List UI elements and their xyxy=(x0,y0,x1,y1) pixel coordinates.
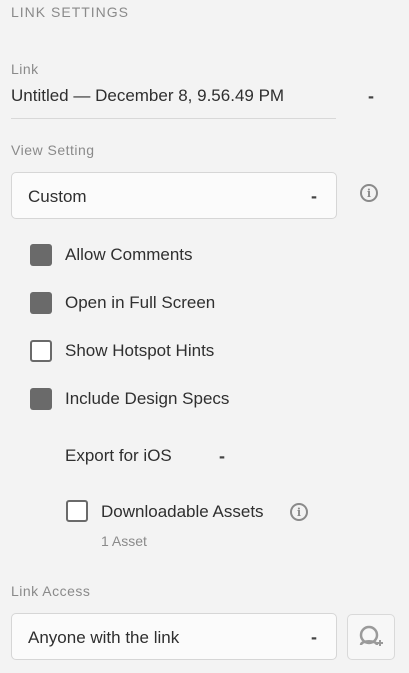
downloadable-assets-label: Downloadable Assets xyxy=(101,502,264,521)
hotspot-hints-label: Show Hotspot Hints xyxy=(65,341,215,360)
link-label: Link xyxy=(11,61,39,77)
link-access-label: Link Access xyxy=(11,583,91,599)
view-setting-chevron-icon: - xyxy=(311,186,317,206)
downloadable-assets-checkbox[interactable] xyxy=(66,500,88,522)
full-screen-checkbox[interactable] xyxy=(30,292,52,314)
view-setting-select[interactable]: Custom - xyxy=(11,172,337,219)
link-access-value: Anyone with the link xyxy=(28,628,180,647)
link-access-select[interactable]: Anyone with the link - xyxy=(11,613,337,660)
export-platform-select[interactable]: Export for iOS xyxy=(65,446,172,466)
link-access-chevron-icon: - xyxy=(311,627,317,647)
link-underline xyxy=(11,118,336,119)
link-name-field[interactable]: Untitled — December 8, 9.56.49 PM xyxy=(11,86,284,106)
hotspot-hints-checkbox[interactable] xyxy=(30,340,52,362)
view-setting-info-icon[interactable]: i xyxy=(360,184,378,202)
design-specs-label: Include Design Specs xyxy=(65,389,230,408)
panel-title: LINK SETTINGS xyxy=(11,4,130,20)
export-chevron-icon[interactable]: - xyxy=(219,446,225,467)
view-setting-label: View Setting xyxy=(11,142,95,158)
link-dropdown-icon[interactable]: - xyxy=(368,86,374,107)
design-specs-checkbox[interactable] xyxy=(30,388,52,410)
add-user-icon xyxy=(359,625,383,646)
downloadable-info-icon[interactable]: i xyxy=(290,503,308,521)
allow-comments-label: Allow Comments xyxy=(65,245,193,264)
full-screen-label: Open in Full Screen xyxy=(65,293,216,312)
asset-count: 1 Asset xyxy=(101,533,147,549)
add-user-button[interactable] xyxy=(347,614,395,660)
view-setting-value: Custom xyxy=(28,187,87,206)
allow-comments-checkbox[interactable] xyxy=(30,244,52,266)
